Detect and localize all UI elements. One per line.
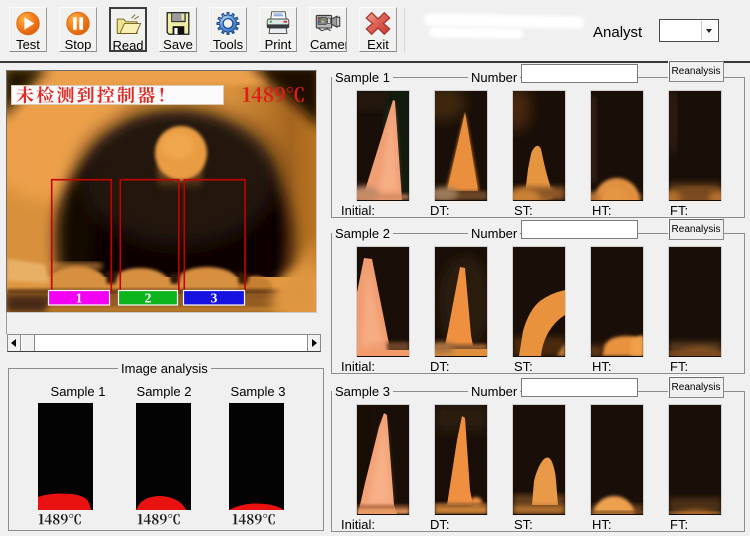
svg-text:2: 2 (145, 291, 152, 306)
svg-text:1: 1 (76, 291, 83, 306)
svg-text:3: 3 (211, 291, 218, 306)
